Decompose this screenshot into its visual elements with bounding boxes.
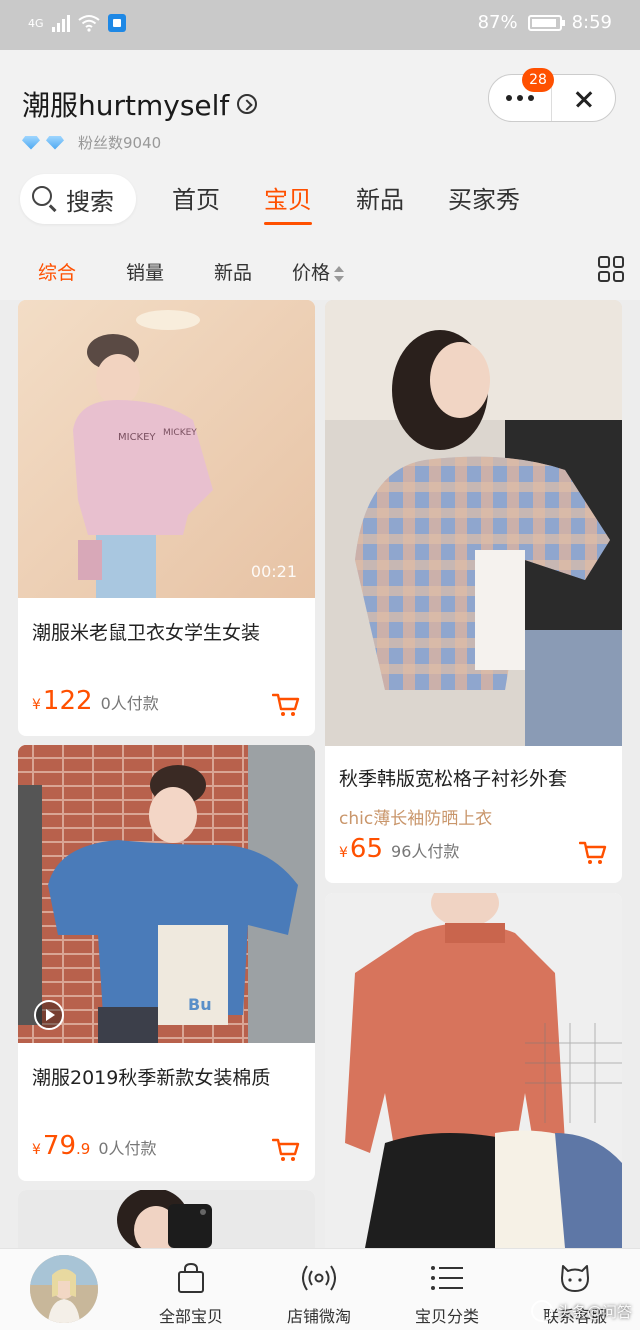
price-int: 79 <box>42 1131 77 1161</box>
sort-price-label: 价格 <box>292 262 331 284</box>
search-label: 搜索 <box>66 187 114 216</box>
shop-name-label: 潮服hurtmyself <box>22 89 230 122</box>
status-bar: 4G 87% 8:59 <box>0 0 640 50</box>
notification-badge: 28 <box>522 68 554 92</box>
dot-icon <box>517 95 523 101</box>
chat-icon <box>561 1265 589 1292</box>
shop-fans: 粉丝数9040 <box>22 132 161 153</box>
product-title: 潮服米老鼠卫衣女学生女装 <box>32 622 261 644</box>
watermark-logo-icon <box>530 1300 553 1322</box>
price-dec: .9 <box>76 1140 91 1158</box>
broadcast-icon <box>302 1265 336 1291</box>
shop-header: 潮服hurtmyself 粉丝数9040 28 搜索 首页 宝贝 新品 买家秀 … <box>0 50 640 300</box>
nav-all-products-label: 全部宝贝 <box>158 1307 223 1326</box>
fans-count: 粉丝数9040 <box>78 134 162 152</box>
tab-home[interactable]: 首页 <box>172 180 220 215</box>
tab-products[interactable]: 宝贝 <box>264 180 312 225</box>
product-image <box>325 300 622 746</box>
price-int: 122 <box>42 686 93 716</box>
product-card[interactable]: 秋季韩版宽松格子衬衫外套 chic薄长袖防晒上衣 ¥ 65 96人付款 <box>325 300 622 883</box>
sort-new[interactable]: 新品 <box>214 258 252 285</box>
close-button[interactable] <box>552 75 615 121</box>
svg-text:Bu: Bu <box>188 995 212 1014</box>
nav-categories-label: 宝贝分类 <box>414 1307 479 1326</box>
chevron-right-icon <box>237 94 258 114</box>
product-subtitle: chic薄长袖防晒上衣 <box>339 809 493 829</box>
signal-icon <box>51 14 70 32</box>
svg-text:MICKEY: MICKEY <box>163 428 197 438</box>
product-card[interactable]: Bu 潮服2019秋季新款女装棉质 ¥ 79 .9 0人付款 <box>18 745 315 1181</box>
dot-icon <box>528 95 534 101</box>
tab-buyer-show[interactable]: 买家秀 <box>448 180 520 215</box>
paid-count: 0人付款 <box>100 694 159 713</box>
search-button[interactable]: 搜索 <box>20 174 136 224</box>
product-image <box>18 1190 315 1248</box>
currency: ¥ <box>339 845 348 861</box>
battery-percent: 87% <box>477 12 518 33</box>
product-price: ¥ 79 .9 0人付款 <box>32 1131 157 1161</box>
nav-shop-feed-label: 店铺微淘 <box>286 1307 351 1326</box>
tab-new[interactable]: 新品 <box>356 180 404 215</box>
sort-sales[interactable]: 销量 <box>126 258 164 285</box>
sort-arrows-icon <box>334 264 345 284</box>
currency: ¥ <box>32 1142 41 1158</box>
clock: 8:59 <box>571 12 612 33</box>
product-price: ¥ 122 0人付款 <box>32 686 159 716</box>
search-icon <box>32 186 58 212</box>
grid-view-icon[interactable] <box>598 256 624 282</box>
cart-icon[interactable] <box>272 692 300 718</box>
battery-icon <box>527 14 565 31</box>
sort-composite[interactable]: 综合 <box>38 258 76 285</box>
product-image: MICKEY MICKEY <box>18 300 315 598</box>
shield-icon <box>107 14 126 32</box>
network-label: 4G <box>28 16 44 30</box>
product-image: Bu <box>18 745 315 1043</box>
product-card[interactable] <box>325 893 622 1248</box>
sort-bar: 综合 销量 新品 价格 <box>0 250 640 290</box>
play-icon[interactable] <box>34 1000 64 1030</box>
wifi-icon <box>77 15 100 32</box>
cart-icon[interactable] <box>579 840 607 866</box>
nav-shop-feed[interactable]: 店铺微淘 <box>264 1257 374 1327</box>
product-title: 秋季韩版宽松格子衬衫外套 <box>339 768 568 790</box>
video-duration: 00:21 <box>250 562 297 581</box>
nav-all-products[interactable]: 全部宝贝 <box>136 1257 246 1327</box>
paid-count: 0人付款 <box>98 1139 157 1158</box>
currency: ¥ <box>32 697 41 713</box>
bag-icon <box>178 1262 204 1293</box>
paid-count: 96人付款 <box>391 842 460 861</box>
product-card[interactable] <box>18 1190 315 1248</box>
list-icon <box>431 1266 463 1290</box>
shop-name[interactable]: 潮服hurtmyself <box>22 84 258 124</box>
sort-price[interactable]: 价格 <box>292 258 345 285</box>
cart-icon[interactable] <box>272 1137 300 1163</box>
product-card[interactable]: MICKEY MICKEY 00:21 潮服米老鼠卫衣女学生女装 ¥ 122 0… <box>18 300 315 736</box>
diamond-icon <box>22 135 40 150</box>
watermark-text: 头条@问答 <box>556 1302 632 1321</box>
product-image <box>325 893 622 1248</box>
dot-icon <box>506 95 512 101</box>
avatar[interactable] <box>30 1255 98 1323</box>
watermark: 头条@问答 <box>530 1300 632 1322</box>
diamond-icon <box>46 135 64 150</box>
nav-categories[interactable]: 宝贝分类 <box>392 1257 502 1327</box>
product-title: 潮服2019秋季新款女装棉质 <box>32 1067 271 1089</box>
avatar-image <box>30 1255 98 1323</box>
price-int: 65 <box>349 834 384 864</box>
product-price: ¥ 65 96人付款 <box>339 834 459 864</box>
svg-text:MICKEY: MICKEY <box>118 432 156 443</box>
